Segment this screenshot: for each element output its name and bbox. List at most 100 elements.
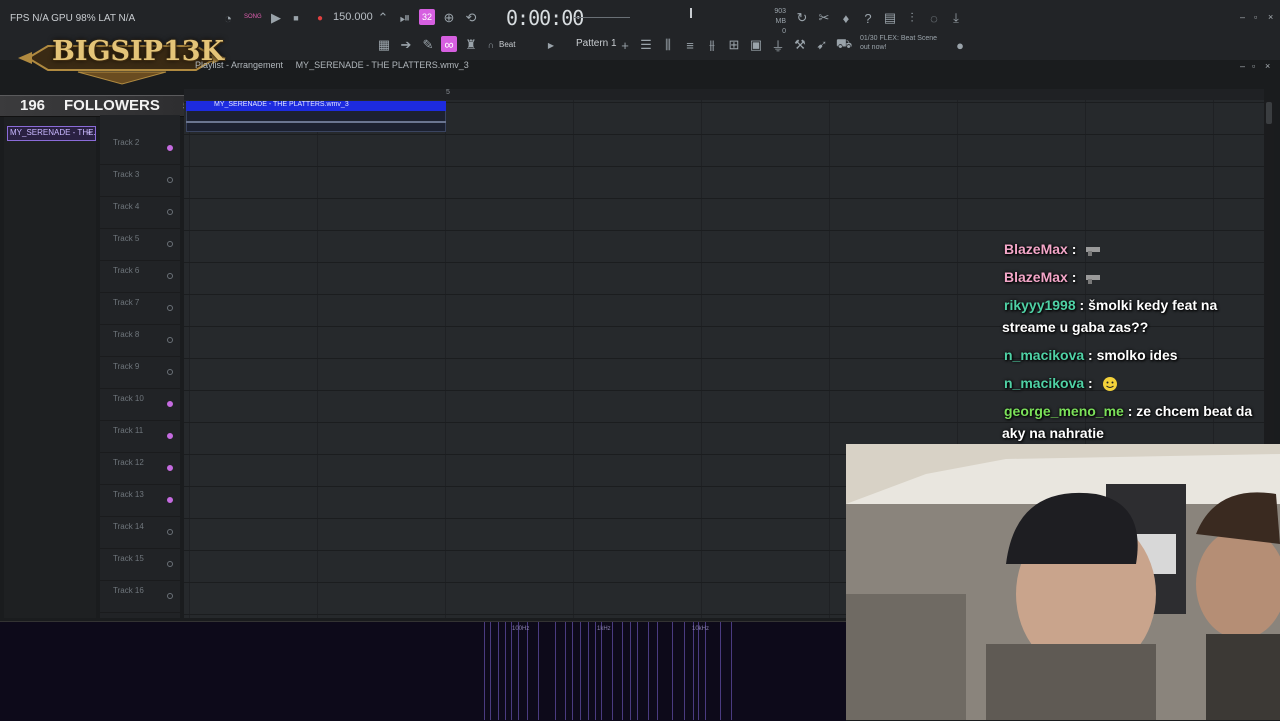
minimize-icon[interactable]: – [1240,12,1245,22]
browser-tree-icon[interactable]: ⊞ [726,37,742,53]
track-mute-indicator[interactable] [167,241,173,247]
sliders-icon[interactable]: ⫵ [704,37,720,53]
stamp-icon[interactable]: ♜ [463,37,479,53]
undo-icon[interactable]: ↻ [794,10,810,26]
microphone-icon[interactable]: ♦ [838,10,854,26]
track-header[interactable]: Track 14 [100,516,180,549]
chat-message: n_macikova : [1004,375,1119,392]
wand-icon[interactable]: ⚒ [792,37,808,53]
loop-record-icon[interactable]: ⟲ [463,10,479,26]
time-display[interactable]: 0:00:00 [506,6,584,30]
track-header[interactable]: Track 5 [100,228,180,261]
track-mute-indicator[interactable] [167,305,173,311]
chat-text: ze chcem beat da [1136,403,1253,419]
track-mute-indicator[interactable] [167,145,173,151]
song-mode-toggle[interactable]: SONG [244,14,264,24]
chat-username[interactable]: n_macikova [1004,375,1084,391]
track-mute-indicator[interactable] [167,593,173,599]
track-mute-indicator[interactable] [167,433,173,439]
chat-username[interactable]: BlazeMax [1004,241,1068,257]
track-header[interactable]: Track 8 [100,324,180,357]
snap-select[interactable]: Beat [499,40,515,49]
vertical-scrollbar-thumb[interactable] [1266,102,1272,124]
position-slider[interactable] [574,17,630,18]
track-mute-indicator[interactable] [167,465,173,471]
spectrum-band [484,622,485,720]
track-header[interactable]: Track 11 [100,420,180,453]
clip-list-label: MY_SERENADE - THE... [10,128,96,137]
track-mute-indicator[interactable] [167,177,173,183]
save-icon[interactable]: ▤ [882,10,898,26]
track-header[interactable]: Track 9 [100,356,180,389]
clip-list-item[interactable]: MY_SERENADE - THE... + [7,126,96,141]
playlist-close-icon[interactable]: × [1265,61,1270,71]
track-mute-indicator[interactable] [167,497,173,503]
cut-icon[interactable]: ✂ [816,10,832,26]
chat-username[interactable]: george_meno_me [1004,403,1124,419]
tempo-display[interactable]: 150.000 [333,11,373,23]
maximize-icon[interactable]: ▫ [1254,12,1257,22]
playlist-icon[interactable]: ☰ [638,37,654,53]
spectrum-band [595,622,596,720]
track-mute-indicator[interactable] [167,273,173,279]
track-header[interactable]: Track 16 [100,580,180,613]
track-mute-indicator[interactable] [167,337,173,343]
clip-add-icon[interactable]: + [87,128,92,138]
webcam-feed [846,444,1280,720]
chat-username[interactable]: rikyyy1998 [1004,297,1076,313]
playlist-maximize-icon[interactable]: ▫ [1252,61,1255,71]
files-icon[interactable]: ▣ [748,37,764,53]
pattern-selector[interactable]: Pattern 1 [576,38,617,49]
track-header[interactable]: Track 2 [100,132,180,165]
pencil-icon[interactable]: ✎ [420,37,436,53]
track-mute-indicator[interactable] [167,401,173,407]
track-mute-indicator[interactable] [167,561,173,567]
track-mute-indicator[interactable] [167,529,173,535]
memory-sub: 0 [782,28,786,35]
track-mute-indicator[interactable] [167,369,173,375]
typing-keyboard-icon[interactable]: ⌃ [375,10,391,26]
track-header[interactable]: Track 4 [100,196,180,229]
close-icon[interactable]: × [1268,12,1273,22]
breadcrumb-song[interactable]: MY_SERENADE - THE PLATTERS.wmv_3 [296,60,469,70]
wait-input-icon[interactable]: ⏯ [397,10,413,26]
breadcrumb-window[interactable]: Playlist - Arrangement [195,60,283,70]
cart-icon[interactable]: ⛟ [836,36,852,53]
add-pattern-icon[interactable]: + [617,37,633,53]
track-header[interactable]: Track 7 [100,292,180,325]
chat-username[interactable]: n_macikova [1004,347,1084,363]
master-volume-slider[interactable] [690,8,692,18]
chat-icon[interactable]: ◌ [926,10,942,26]
track-label: Track 2 [113,138,140,147]
track-header[interactable]: Track 10 [100,388,180,421]
link-icon[interactable]: ∞ [441,36,457,52]
bird-icon[interactable]: ➹ [814,37,830,53]
track-header[interactable]: Track 15 [100,548,180,581]
step-edit-button[interactable]: 32 [419,9,435,25]
blend-notes-icon[interactable]: ⊕ [441,10,457,26]
record-icon[interactable]: ● [312,10,328,26]
download-icon[interactable]: ⤓ [948,10,964,26]
play-icon[interactable]: ▶ [268,10,284,26]
mixer-window-icon[interactable]: ≡ [682,37,698,53]
stop-icon[interactable]: ■ [288,10,304,26]
help-icon[interactable]: ? [860,10,876,26]
mixer-icon[interactable]: ⫶ [904,10,920,26]
track-header[interactable]: Track 6 [100,260,180,293]
track-header[interactable]: Track 12 [100,452,180,485]
channel-rack-icon[interactable]: ⫼ [660,37,676,53]
metronome-icon[interactable]: ◔ [220,10,236,26]
piano-roll-icon[interactable]: ▦ [376,37,392,53]
news-ticker[interactable]: 01/30 FLEX: Beat Scene out now! [860,34,950,52]
track-mute-indicator[interactable] [167,209,173,215]
audio-clip-waveform [186,121,446,123]
arrow-right-icon[interactable]: ➔ [398,37,414,53]
pattern-prev-icon[interactable]: ▶ [543,37,559,53]
account-icon[interactable]: ● [952,37,968,53]
playlist-minimize-icon[interactable]: – [1240,61,1245,71]
chat-username[interactable]: BlazeMax [1004,269,1068,285]
magnet-icon[interactable]: ∩ [483,37,499,53]
track-header[interactable]: Track 3 [100,164,180,197]
plug-icon[interactable]: ⏚ [770,37,786,54]
track-header[interactable]: Track 13 [100,484,180,517]
